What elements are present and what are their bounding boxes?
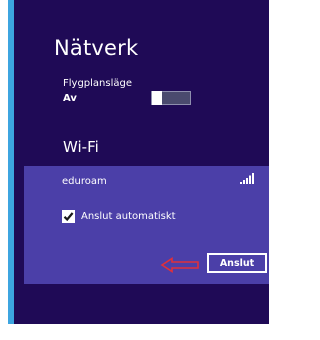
accent-bar xyxy=(8,0,14,340)
network-item-eduroam[interactable]: eduroam Anslut automatiskt Anslut xyxy=(24,166,269,284)
wifi-heading: Wi-Fi xyxy=(63,138,99,156)
connect-automatically-checkbox[interactable]: Anslut automatiskt xyxy=(62,210,176,223)
bottom-band xyxy=(8,324,269,340)
toggle-thumb xyxy=(152,91,162,105)
wifi-signal-bars-icon xyxy=(240,173,254,184)
checkmark-icon xyxy=(63,212,74,222)
network-name: eduroam xyxy=(62,176,107,187)
airplane-mode-state: Av xyxy=(63,93,77,104)
airplane-mode-label: Flygplansläge xyxy=(63,78,133,89)
network-flyout: Nätverk Flygplansläge Av Wi-Fi eduroam A… xyxy=(8,0,269,340)
connect-automatically-label: Anslut automatiskt xyxy=(81,211,176,222)
connect-button[interactable]: Anslut xyxy=(207,253,267,273)
checkbox-box xyxy=(62,210,75,223)
panel-title: Nätverk xyxy=(54,36,139,60)
red-outline-arrow-icon xyxy=(160,257,199,273)
airplane-mode-toggle[interactable] xyxy=(151,91,191,105)
